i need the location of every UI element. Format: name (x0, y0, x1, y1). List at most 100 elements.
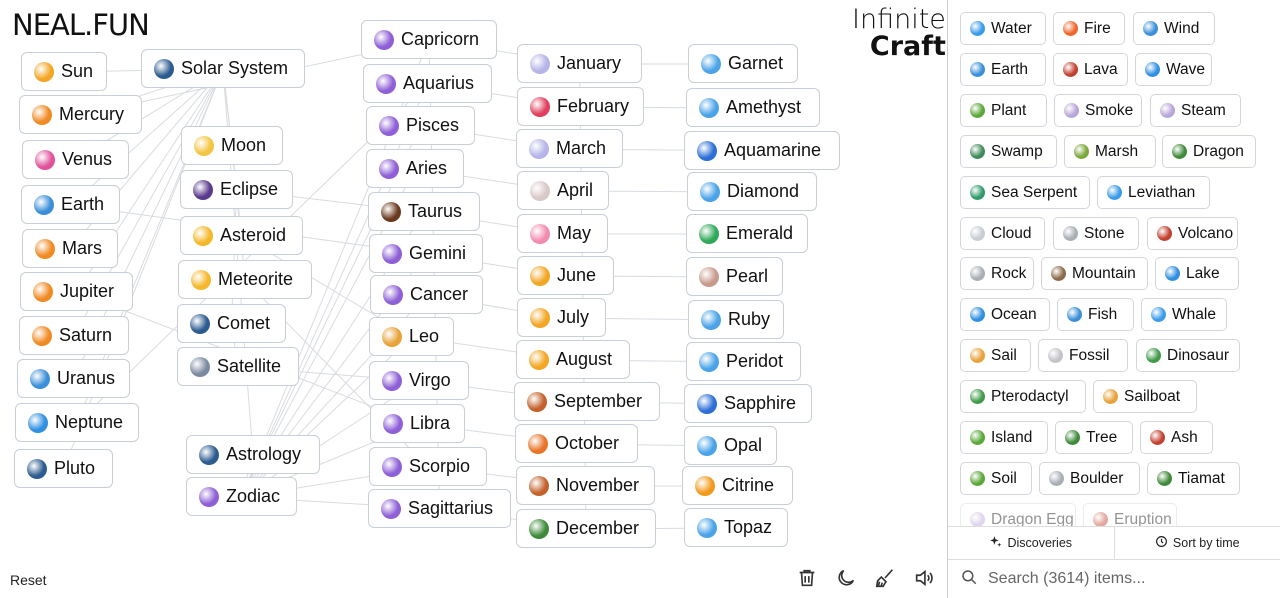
sidebar-item-pterodactyl[interactable]: Pterodactyl (960, 380, 1086, 413)
search-input[interactable] (986, 569, 1270, 589)
element-aquamarine[interactable]: Aquamarine (684, 131, 840, 170)
sidebar-item-lava[interactable]: Lava (1053, 53, 1128, 86)
sidebar-item-volcano[interactable]: Volcano (1147, 217, 1238, 250)
element-september[interactable]: September (514, 382, 660, 421)
element-pluto[interactable]: Pluto (14, 449, 113, 488)
element-ruby[interactable]: Ruby (688, 300, 784, 339)
sidebar-item-ocean[interactable]: Ocean (960, 298, 1050, 331)
sidebar-item-rock[interactable]: Rock (960, 257, 1034, 290)
element-gemini[interactable]: Gemini (369, 234, 483, 273)
sidebar-item-water[interactable]: Water (960, 12, 1046, 45)
element-pisces[interactable]: Pisces (366, 106, 475, 145)
sidebar-item-boulder[interactable]: Boulder (1039, 462, 1140, 495)
sidebar-item-fire[interactable]: Fire (1053, 12, 1125, 45)
sidebar-item-soil[interactable]: Soil (960, 462, 1032, 495)
element-pearl[interactable]: Pearl (686, 257, 783, 296)
element-may[interactable]: May (517, 214, 608, 253)
element-april[interactable]: April (517, 171, 609, 210)
element-cancer[interactable]: Cancer (370, 275, 483, 314)
sidebar-item-eruption[interactable]: Eruption (1083, 503, 1177, 527)
element-solar-system[interactable]: Solar System (141, 49, 305, 88)
element-asteroid[interactable]: Asteroid (180, 216, 303, 255)
sidebar-item-dragon[interactable]: Dragon (1162, 135, 1256, 168)
element-virgo[interactable]: Virgo (369, 361, 469, 400)
crafting-canvas[interactable]: NEAL.FUN Infinite Craft Sun Mercury Venus E… (0, 0, 947, 598)
element-amethyst[interactable]: Amethyst (686, 88, 820, 127)
sidebar-item-tree[interactable]: Tree (1055, 421, 1133, 454)
sidebar-item-mountain[interactable]: Mountain (1041, 257, 1148, 290)
sidebar-item-dinosaur[interactable]: Dinosaur (1136, 339, 1240, 372)
element-capricorn[interactable]: Capricorn (361, 20, 497, 59)
element-uranus[interactable]: Uranus (17, 359, 130, 398)
broom-icon[interactable] (873, 566, 897, 590)
sidebar-item-sailboat[interactable]: Sailboat (1093, 380, 1197, 413)
element-july[interactable]: July (517, 298, 606, 337)
element-satellite[interactable]: Satellite (177, 347, 299, 386)
trash-icon[interactable] (795, 566, 819, 590)
element-march[interactable]: March (516, 129, 623, 168)
element-scorpio[interactable]: Scorpio (369, 447, 487, 486)
element-neptune[interactable]: Neptune (15, 403, 139, 442)
element-saturn[interactable]: Saturn (19, 316, 129, 355)
sidebar-item-whale[interactable]: Whale (1141, 298, 1227, 331)
items-list[interactable]: Water Fire Wind Earth Lava Wave Plant Smoke Stea… (960, 12, 1272, 527)
element-comet[interactable]: Comet (177, 304, 286, 343)
element-leo[interactable]: Leo (369, 317, 454, 356)
element-sagittarius[interactable]: Sagittarius (368, 489, 511, 528)
tab-discoveries[interactable]: Discoveries (948, 527, 1114, 559)
element-astrology[interactable]: Astrology (186, 435, 320, 474)
moon-icon[interactable] (834, 566, 858, 590)
element-mercury[interactable]: Mercury (19, 95, 142, 134)
element-taurus[interactable]: Taurus (368, 192, 480, 231)
element-aquarius[interactable]: Aquarius (363, 64, 492, 103)
element-peridot[interactable]: Peridot (686, 342, 801, 381)
element-citrine[interactable]: Citrine (682, 466, 793, 505)
element-january[interactable]: January (517, 44, 642, 83)
sidebar-item-cloud[interactable]: Cloud (960, 217, 1045, 250)
element-sapphire[interactable]: Sapphire (684, 384, 812, 423)
sidebar-item-tiamat[interactable]: Tiamat (1147, 462, 1240, 495)
sidebar-item-sail[interactable]: Sail (960, 339, 1031, 372)
element-june[interactable]: June (517, 256, 614, 295)
element-moon[interactable]: Moon (181, 126, 283, 165)
element-diamond[interactable]: Diamond (687, 172, 817, 211)
element-sun[interactable]: Sun (21, 52, 107, 91)
element-november[interactable]: November (516, 466, 655, 505)
element-meteorite[interactable]: Meteorite (178, 260, 312, 299)
sidebar-item-fossil[interactable]: Fossil (1038, 339, 1128, 372)
element-mars[interactable]: Mars (22, 229, 118, 268)
element-october[interactable]: October (515, 424, 638, 463)
element-december[interactable]: December (516, 509, 656, 548)
sidebar-item-leviathan[interactable]: Leviathan (1097, 176, 1210, 209)
tab-sort-by-time[interactable]: Sort by time (1113, 527, 1280, 559)
sidebar-item-smoke[interactable]: Smoke (1054, 94, 1142, 127)
element-libra[interactable]: Libra (370, 404, 465, 443)
element-zodiac[interactable]: Zodiac (186, 477, 297, 516)
sidebar-item-lake[interactable]: Lake (1155, 257, 1239, 290)
sidebar-item-earth[interactable]: Earth (960, 53, 1046, 86)
element-topaz[interactable]: Topaz (684, 508, 788, 547)
sidebar-item-island[interactable]: Island (960, 421, 1048, 454)
logo[interactable]: NEAL.FUN (12, 8, 150, 42)
element-february[interactable]: February (517, 87, 644, 126)
speaker-icon[interactable] (912, 566, 936, 590)
sidebar-item-dragon-egg[interactable]: Dragon Egg (960, 503, 1076, 527)
sidebar-item-steam[interactable]: Steam (1150, 94, 1241, 127)
element-emerald[interactable]: Emerald (686, 214, 808, 253)
element-aries[interactable]: Aries (366, 149, 464, 188)
reset-button[interactable]: Reset (10, 572, 47, 588)
sidebar-item-fish[interactable]: Fish (1057, 298, 1134, 331)
element-venus[interactable]: Venus (22, 140, 129, 179)
element-earth[interactable]: Earth (21, 185, 120, 224)
sidebar-item-wind[interactable]: Wind (1133, 12, 1215, 45)
sidebar-item-swamp[interactable]: Swamp (960, 135, 1057, 168)
element-opal[interactable]: Opal (684, 426, 777, 465)
element-jupiter[interactable]: Jupiter (20, 272, 133, 311)
element-garnet[interactable]: Garnet (688, 44, 798, 83)
element-august[interactable]: August (516, 340, 630, 379)
sidebar-item-marsh[interactable]: Marsh (1064, 135, 1156, 168)
sidebar-item-stone[interactable]: Stone (1053, 217, 1139, 250)
sidebar-item-plant[interactable]: Plant (960, 94, 1047, 127)
sidebar-item-ash[interactable]: Ash (1140, 421, 1213, 454)
sidebar-item-sea-serpent[interactable]: Sea Serpent (960, 176, 1090, 209)
